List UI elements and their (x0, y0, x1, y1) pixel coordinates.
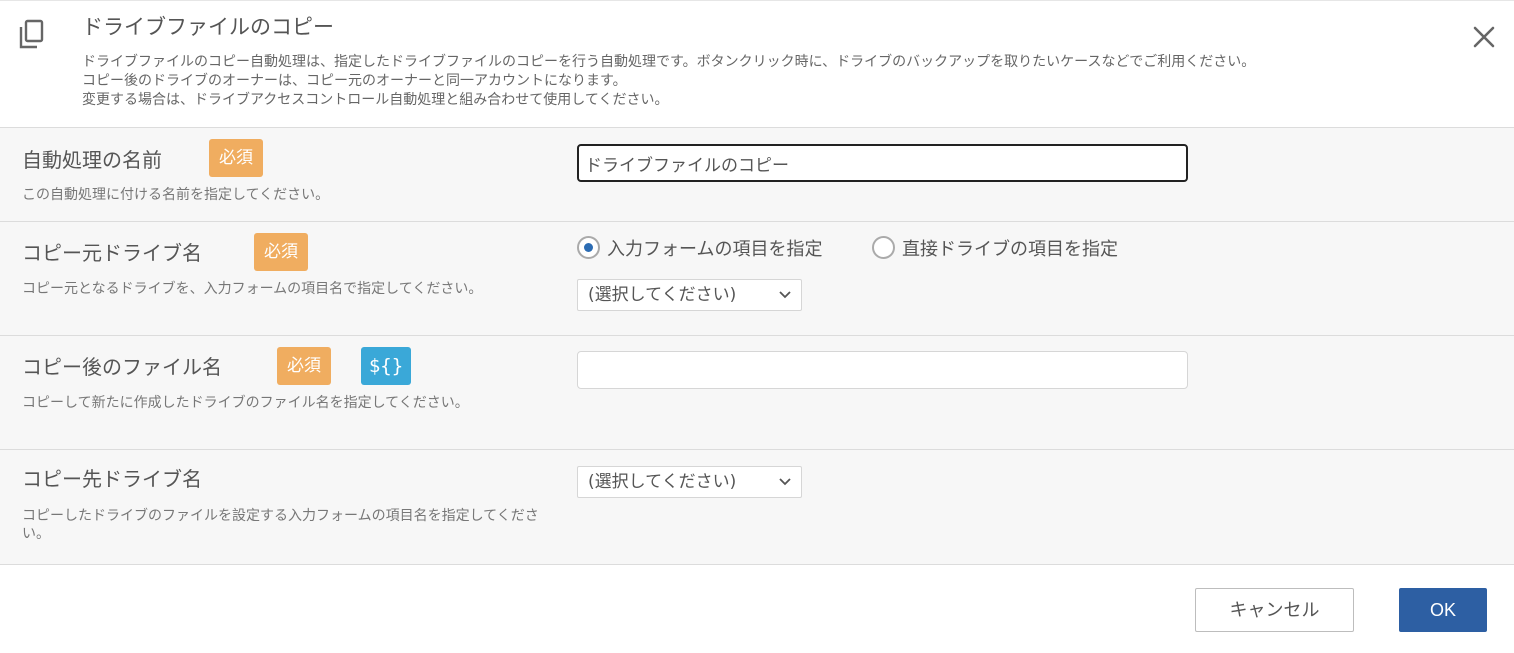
settings-form: 自動処理の名前 必須 この自動処理に付ける名前を指定してください。 コピー元ドラ… (0, 127, 1514, 565)
dialog-title: ドライブファイルのコピー (82, 15, 334, 39)
row-copied-file-name: コピー後のファイル名 必須 ${} コピーして新たに作成したドライブのファイル名… (0, 335, 1514, 450)
field-hint: コピーして新たに作成したドライブのファイル名を指定してください。 (22, 395, 469, 411)
radio-circle[interactable] (872, 236, 895, 259)
field-hint: この自動処理に付ける名前を指定してください。 (22, 187, 330, 203)
select-value: (選択してください) (588, 285, 737, 305)
dialog-header: ドライブファイルのコピー ドライブファイルのコピー自動処理は、指定したドライブフ… (0, 0, 1514, 127)
select-value: (選択してください) (588, 472, 737, 492)
description-line: ドライブファイルのコピー自動処理は、指定したドライブファイルのコピーを行う自動処… (82, 54, 1256, 70)
radio-label: 入力フォームの項目を指定 (607, 239, 823, 260)
copied-file-name-input[interactable] (577, 351, 1188, 389)
row-destination-drive: コピー先ドライブ名 コピーしたドライブのファイルを設定する入力フォームの項目名を… (0, 449, 1514, 565)
field-label: 自動処理の名前 (22, 148, 162, 172)
field-label: コピー元ドライブ名 (22, 241, 202, 265)
description-line: コピー後のドライブのオーナーは、コピー元のオーナーと同一アカウントになります。 (82, 73, 627, 89)
required-badge: 必須 (277, 347, 331, 385)
radio-circle[interactable] (577, 236, 600, 259)
destination-drive-select[interactable]: (選択してください) (577, 466, 802, 498)
variable-badge[interactable]: ${} (361, 347, 411, 385)
copy-icon (19, 19, 44, 49)
radio-label: 直接ドライブの項目を指定 (902, 239, 1118, 260)
field-hint: コピー元となるドライブを、入力フォームの項目名で指定してください。 (22, 281, 483, 297)
field-label: コピー後のファイル名 (22, 355, 222, 379)
cancel-button[interactable]: キャンセル (1195, 588, 1354, 632)
automation-name-input[interactable] (577, 144, 1188, 182)
chevron-down-icon (779, 478, 791, 486)
description-line: 変更する場合は、ドライブアクセスコントロール自動処理と組み合わせて使用してくださ… (82, 92, 669, 108)
source-drive-select[interactable]: (選択してください) (577, 279, 802, 311)
field-hint: コピーしたドライブのファイルを設定する入力フォームの項目名を指定してください。 (22, 508, 539, 542)
dialog-description: ドライブファイルのコピー自動処理は、指定したドライブファイルのコピーを行う自動処… (82, 53, 1255, 110)
chevron-down-icon (779, 291, 791, 299)
field-label: コピー先ドライブ名 (22, 467, 202, 491)
required-badge: 必須 (254, 233, 308, 271)
required-badge: 必須 (209, 139, 263, 177)
ok-button[interactable]: OK (1399, 588, 1487, 632)
close-icon[interactable] (1470, 23, 1498, 51)
row-automation-name: 自動処理の名前 必須 この自動処理に付ける名前を指定してください。 (0, 127, 1514, 222)
row-source-drive: コピー元ドライブ名 必須 コピー元となるドライブを、入力フォームの項目名で指定し… (0, 221, 1514, 336)
